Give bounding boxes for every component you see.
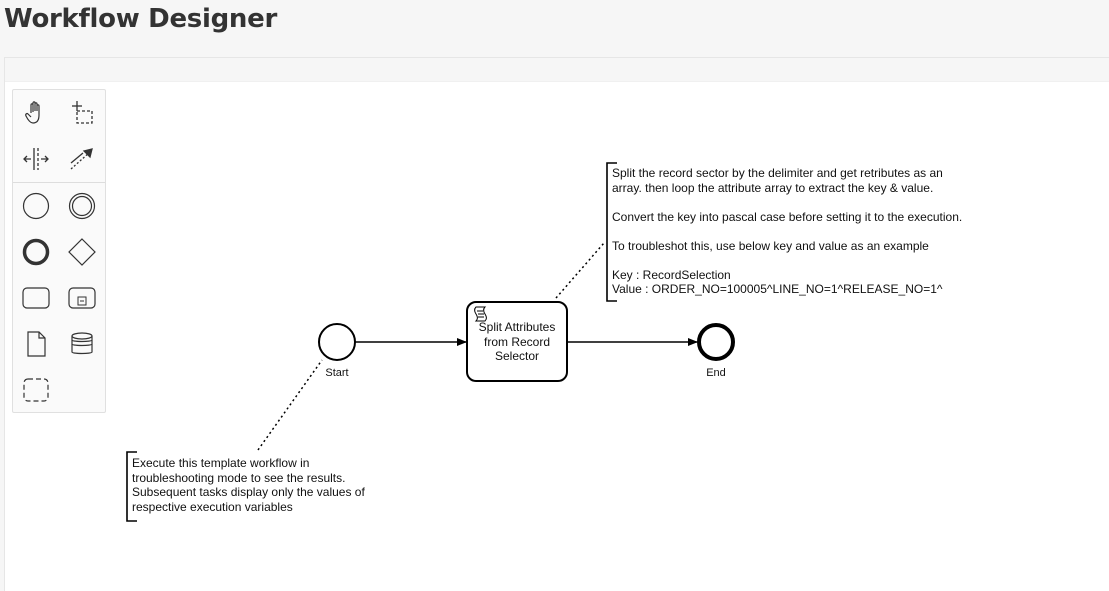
create-group[interactable] bbox=[17, 371, 55, 409]
intermediate-event-icon bbox=[68, 192, 96, 220]
create-data-object[interactable] bbox=[17, 325, 55, 363]
association-bottom[interactable] bbox=[257, 359, 323, 451]
hand-icon bbox=[25, 101, 40, 124]
task-label: Split Attributes from Record Selector bbox=[478, 320, 556, 363]
tool-palette bbox=[12, 89, 106, 413]
connect-icon bbox=[70, 148, 93, 170]
association-top[interactable] bbox=[555, 242, 605, 299]
lasso-tool[interactable] bbox=[63, 94, 101, 132]
create-gateway[interactable] bbox=[63, 233, 101, 271]
task-icon bbox=[22, 287, 50, 309]
end-event[interactable] bbox=[697, 323, 735, 361]
annotation-bottom-text: Execute this template workflow in troubl… bbox=[132, 456, 365, 514]
group-icon bbox=[23, 378, 49, 402]
start-event-icon bbox=[22, 192, 50, 220]
subprocess-icon bbox=[68, 287, 96, 309]
lasso-icon bbox=[72, 101, 93, 124]
create-data-store[interactable] bbox=[63, 325, 101, 363]
data-store-icon bbox=[71, 332, 93, 355]
palette-separator bbox=[13, 182, 105, 183]
create-task[interactable] bbox=[17, 279, 55, 317]
data-object-icon bbox=[27, 331, 46, 357]
start-event[interactable] bbox=[318, 323, 356, 361]
space-icon bbox=[23, 148, 49, 170]
global-connect-tool[interactable] bbox=[63, 140, 101, 178]
create-start-event[interactable] bbox=[17, 187, 55, 225]
create-end-event[interactable] bbox=[17, 233, 55, 271]
create-intermediate-event[interactable] bbox=[63, 187, 101, 225]
end-event-label: End bbox=[706, 367, 726, 379]
space-tool[interactable] bbox=[17, 140, 55, 178]
annotation-top-text: Split the record sector by the delimiter… bbox=[612, 166, 963, 296]
gateway-icon bbox=[68, 238, 96, 266]
hand-tool[interactable] bbox=[17, 94, 55, 132]
end-event-icon bbox=[22, 238, 50, 266]
start-event-label: Start bbox=[325, 367, 349, 379]
create-subprocess[interactable] bbox=[63, 279, 101, 317]
